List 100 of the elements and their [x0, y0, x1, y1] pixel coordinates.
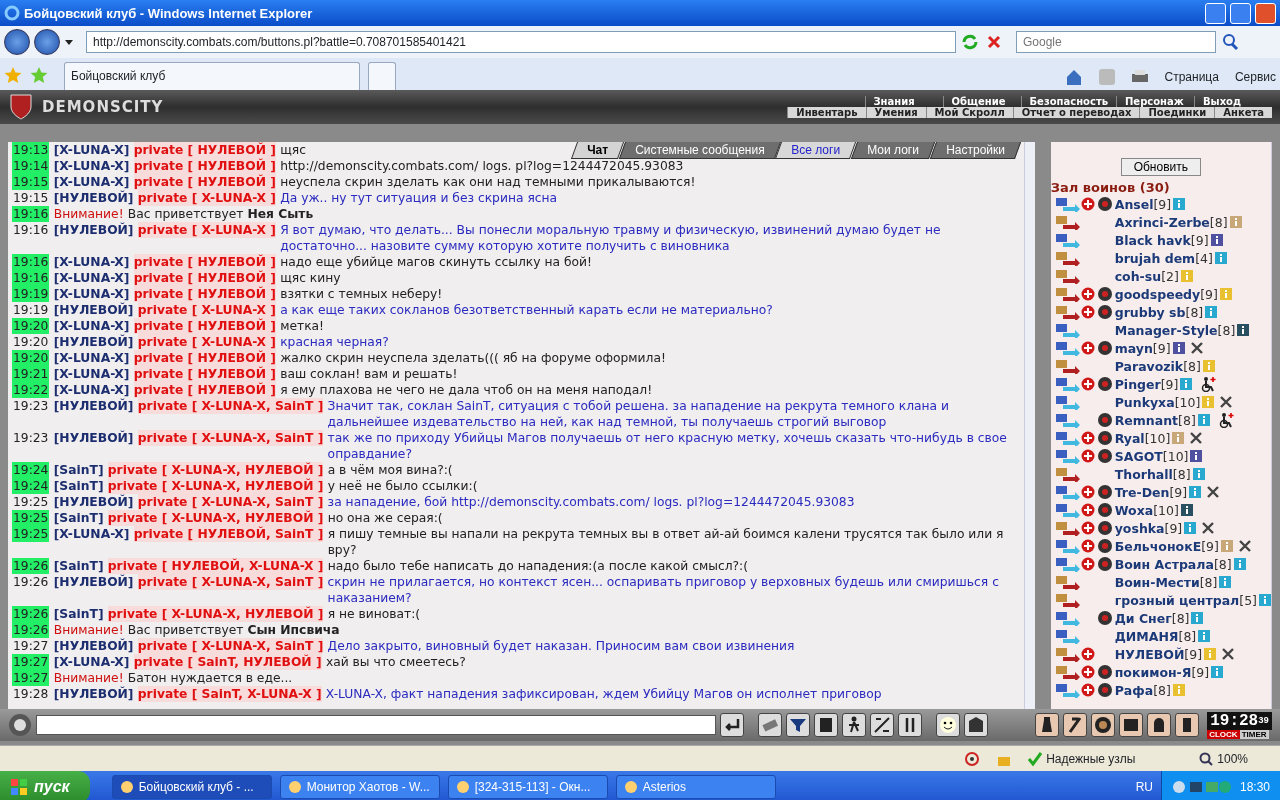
menu-link[interactable]: Анкета — [1214, 107, 1272, 118]
private-message-icon[interactable] — [1054, 394, 1081, 410]
private-message-icon[interactable] — [1054, 214, 1081, 230]
user-name[interactable]: Black havk — [1114, 232, 1191, 248]
private-message-icon[interactable] — [1054, 682, 1081, 698]
info-icon[interactable] — [1210, 234, 1223, 246]
search-field[interactable]: Google — [1016, 31, 1216, 53]
user-name[interactable]: mayn — [1114, 340, 1153, 356]
chat-tab[interactable]: Все логи — [775, 142, 857, 159]
taskbar-button[interactable]: Asterios — [615, 775, 776, 799]
private-message-icon[interactable] — [1054, 592, 1081, 608]
private-recipients[interactable]: private [ X-LUNA-X, НУЛЕВОЙ ] — [107, 606, 324, 622]
browser-tab[interactable]: Бойцовский клуб — [64, 62, 360, 90]
user-name[interactable]: Рафа — [1114, 682, 1154, 698]
private-recipients[interactable]: private [ X-LUNA-X, SainT ] — [137, 494, 324, 510]
user-name[interactable]: ДИМАНЯ — [1114, 628, 1179, 644]
private-recipients[interactable]: private [ X-LUNA-X ] — [137, 302, 276, 318]
private-recipients[interactable]: private [ X-LUNA-X, SainT ] — [137, 574, 324, 590]
user-name[interactable]: грозный централ — [1114, 592, 1240, 608]
user-name[interactable]: Woxa — [1114, 502, 1154, 518]
sender-name[interactable]: [НУЛЕВОЙ] — [53, 302, 134, 318]
user-name[interactable]: coh-su — [1114, 268, 1162, 284]
minimize-button[interactable] — [1205, 2, 1226, 24]
user-name[interactable]: brujah dem — [1114, 250, 1196, 266]
forward-button[interactable] — [34, 29, 60, 55]
sender-name[interactable]: [НУЛЕВОЙ] — [53, 638, 134, 654]
sender-name[interactable]: [НУЛЕВОЙ] — [53, 334, 134, 350]
private-recipients[interactable]: private [ НУЛЕВОЙ, X-LUNA-X ] — [107, 558, 324, 574]
user-name[interactable]: БельчонокЕ — [1114, 538, 1202, 554]
scrollbar[interactable] — [1270, 142, 1272, 709]
private-recipients[interactable]: private [ X-LUNA-X ] — [137, 190, 276, 206]
private-message-icon[interactable] — [1054, 250, 1081, 266]
sender-name[interactable]: [НУЛЕВОЙ] — [53, 398, 134, 414]
info-icon[interactable] — [1190, 450, 1203, 462]
menu-link[interactable]: Отчет о переводах — [1012, 107, 1140, 118]
private-recipients[interactable]: private [ X-LUNA-X, НУЛЕВОЙ ] — [107, 478, 324, 494]
sender-name[interactable]: [X-LUNA-X] — [53, 366, 130, 382]
privacy-icon[interactable] — [964, 750, 981, 767]
user-name[interactable]: Manager-Style — [1114, 322, 1218, 338]
taskbar-button[interactable]: Бойцовский клуб - ... — [111, 775, 272, 799]
sender-name[interactable]: [SainT] — [53, 462, 104, 478]
scrollbar[interactable] — [1023, 142, 1035, 709]
user-name[interactable]: Pinger — [1114, 376, 1161, 392]
private-message-icon[interactable] — [1054, 628, 1081, 644]
info-icon[interactable] — [1180, 504, 1193, 516]
private-message-icon[interactable] — [1054, 484, 1081, 500]
private-recipients[interactable]: private [ X-LUNA-X, SainT ] — [137, 398, 324, 414]
refresh-button[interactable]: Обновить — [1120, 158, 1201, 176]
sender-name[interactable]: [НУЛЕВОЙ] — [53, 190, 134, 206]
close-button[interactable] — [1255, 2, 1276, 24]
dropdown-icon[interactable] — [64, 38, 74, 46]
timer-button[interactable]: TIMER — [1239, 729, 1269, 739]
chat-tab[interactable]: Мои логи — [851, 142, 935, 159]
sender-name[interactable]: [НУЛЕВОЙ] — [53, 574, 134, 590]
clock-button[interactable]: CLOCK — [1207, 729, 1240, 739]
private-recipients[interactable]: private [ НУЛЕВОЙ ] — [133, 174, 276, 190]
user-name[interactable]: goodspeedy — [1114, 286, 1201, 302]
private-message-icon[interactable] — [1054, 664, 1081, 680]
user-name[interactable]: Ди Снег — [1114, 610, 1172, 626]
private-message-icon[interactable] — [1054, 502, 1081, 518]
sender-name[interactable]: [X-LUNA-X] — [53, 174, 130, 190]
sender-name[interactable]: [НУЛЕВОЙ] — [53, 494, 134, 510]
private-recipients[interactable]: private [ SainT, НУЛЕВОЙ ] — [133, 654, 322, 670]
chat-input[interactable] — [36, 715, 716, 735]
private-message-icon[interactable] — [1054, 646, 1081, 662]
user-name[interactable]: покимон-Я — [1114, 664, 1192, 680]
sender-name[interactable]: [НУЛЕВОЙ] — [53, 430, 134, 446]
private-recipients[interactable]: private [ X-LUNA-X, НУЛЕВОЙ ] — [107, 462, 324, 478]
user-name[interactable]: Remnant — [1114, 412, 1179, 428]
sender-name[interactable]: [X-LUNA-X] — [53, 158, 130, 174]
info-icon[interactable] — [1237, 324, 1250, 336]
sender-name[interactable]: [X-LUNA-X] — [53, 270, 130, 286]
chat-tab[interactable]: Системные сообщения — [618, 142, 781, 159]
private-message-icon[interactable] — [1054, 322, 1081, 338]
private-recipients[interactable]: private [ SainT, X-LUNA-X ] — [137, 686, 322, 702]
sender-name[interactable]: [X-LUNA-X] — [53, 318, 130, 334]
private-message-icon[interactable] — [1054, 340, 1081, 356]
taskbar-button[interactable]: Монитор Хаотов - W... — [279, 775, 440, 799]
user-name[interactable]: Punkyxa — [1114, 394, 1175, 410]
user-name[interactable]: SAGOT — [1114, 448, 1163, 464]
private-message-icon[interactable] — [1054, 520, 1081, 536]
private-recipients[interactable]: private [ X-LUNA-X ] — [137, 222, 276, 238]
chat-tab[interactable]: Настройки — [929, 142, 1021, 159]
private-message-icon[interactable] — [1054, 286, 1081, 302]
refresh-icon[interactable] — [960, 32, 980, 52]
sender-name[interactable]: [X-LUNA-X] — [53, 526, 130, 542]
user-name[interactable]: Воин Астрала — [1114, 556, 1214, 572]
private-recipients[interactable]: private [ НУЛЕВОЙ ] — [133, 286, 276, 302]
private-recipients[interactable]: private [ НУЛЕВОЙ ] — [133, 254, 276, 270]
private-message-icon[interactable] — [1054, 610, 1081, 626]
private-recipients[interactable]: private [ НУЛЕВОЙ ] — [133, 318, 276, 334]
speaker-icon[interactable] — [8, 713, 32, 737]
menu-link[interactable]: Мой Скролл — [925, 107, 1013, 118]
sender-name[interactable]: [X-LUNA-X] — [53, 142, 130, 158]
sender-name[interactable]: [X-LUNA-X] — [53, 350, 130, 366]
chat-tab[interactable]: Чат — [570, 142, 624, 159]
back-button[interactable] — [4, 29, 30, 55]
user-name[interactable]: НУЛЕВОЙ — [1114, 646, 1185, 662]
sender-name[interactable]: [НУЛЕВОЙ] — [53, 222, 134, 238]
private-recipients[interactable]: private [ НУЛЕВОЙ ] — [133, 350, 276, 366]
